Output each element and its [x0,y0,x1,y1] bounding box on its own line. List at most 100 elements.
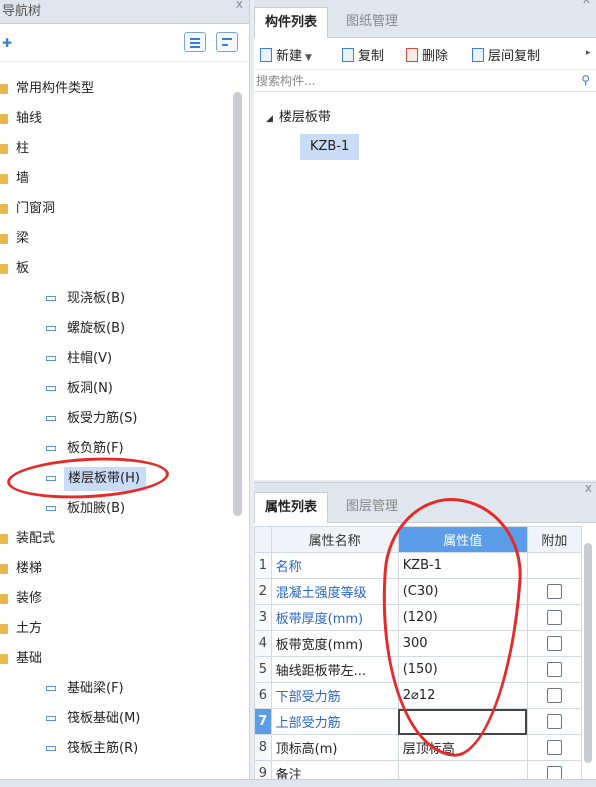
tree-folder[interactable]: 门窗洞 [0,194,236,224]
new-label: 新建 [276,49,303,64]
search-input[interactable] [256,72,576,90]
property-extra [526,578,583,605]
row-number: 3 [254,604,272,631]
property-name: 名称 [270,552,399,579]
delete-button[interactable]: 删除 [406,45,448,64]
tree-folder[interactable]: 常用构件类型 [0,74,236,104]
slab-icon: ▭ [44,291,58,306]
property-name: 轴线距板带左... [270,656,399,683]
tree-folder[interactable]: 装修 [0,584,236,614]
foundation-beam-icon: ▭ [44,681,58,696]
property-extra [526,656,583,683]
component-toolbar: 新建 ▼ 复制 删除 层间复制 ▸ [254,38,596,70]
folder-icon [0,84,8,94]
tree-item[interactable]: ▭ 板加腋(B) [0,494,236,524]
tab-property-list[interactable]: 属性列表 [254,492,329,523]
extra-checkbox[interactable] [546,584,562,599]
floor-copy-icon [472,48,484,62]
tab-drawing-management[interactable]: 图纸管理 [336,7,408,38]
tree-item[interactable]: ▭ 板受力筋(S) [0,404,236,434]
floor-copy-label: 层间复制 [488,49,541,64]
tree-item-label: 板 [16,261,30,276]
copy-button[interactable]: 复制 [342,45,384,64]
folder-icon [0,564,8,574]
component-group[interactable]: ◢ 楼层板带 [266,106,331,125]
property-extra [526,682,583,709]
close-icon[interactable]: x [236,0,243,16]
tree-item[interactable]: ▭ 筏板基础(M) [0,704,236,734]
tree-item[interactable]: ▭ 柱帽(V) [0,344,236,374]
nav-panel-title-bar: 导航树 x [0,0,249,24]
folder-icon [0,144,8,154]
tree-folder[interactable]: 柱 [0,134,236,164]
tree-item-label: 柱帽(V) [67,351,113,366]
add-icon[interactable]: ✚ [2,36,12,50]
row-number: 8 [254,734,272,761]
folder-icon [0,234,8,244]
tree-folder[interactable]: 土方 [0,614,236,644]
tree-folder[interactable]: 装配式 [0,524,236,554]
expand-triangle-icon[interactable]: ◢ [266,114,273,124]
property-name: 板带宽度(mm) [270,630,399,657]
close-icon[interactable]: x [583,0,590,6]
property-extra-header[interactable]: 附加 [526,526,583,553]
tree-item-label: 装修 [16,591,43,606]
property-scrollbar[interactable] [584,543,592,763]
component-search: ⚲ [254,70,596,92]
extra-checkbox[interactable] [546,714,562,729]
slab-rebar-icon: ▭ [44,411,58,426]
folder-icon [0,264,8,274]
property-name-header[interactable]: 属性名称 [270,526,399,553]
status-bar [0,779,596,787]
tree-item-label: 墙 [16,171,30,186]
tree-item-label: 现浇板(B) [67,291,126,306]
tree-folder[interactable]: 楼梯 [0,554,236,584]
copy-icon [342,48,354,62]
folder-icon [0,174,8,184]
list-view-icon[interactable] [184,32,206,52]
search-icon[interactable]: ⚲ [581,73,590,87]
floor-copy-button[interactable]: 层间复制 [472,45,540,64]
extra-checkbox[interactable] [546,636,562,651]
folder-icon [0,114,8,124]
tree-folder[interactable]: 板 [0,254,236,284]
tree-folder[interactable]: 轴线 [0,104,236,134]
row-number: 4 [254,630,272,657]
tree-item-label: 螺旋板(B) [67,321,126,336]
nav-scrollbar[interactable] [233,92,242,516]
tree-folder[interactable]: 基础 [0,644,236,674]
property-row[interactable]: 8 顶标高(m) 层顶标高 [254,734,583,761]
tree-folder[interactable]: 梁 [0,224,236,254]
extra-checkbox[interactable] [546,662,562,677]
extra-checkbox[interactable] [546,740,562,755]
extra-checkbox[interactable] [546,688,562,703]
tab-component-list[interactable]: 构件列表 [254,7,329,38]
property-extra [526,552,583,579]
tree-folder[interactable]: 墙 [0,164,236,194]
folder-icon [0,204,8,214]
tree-item[interactable]: ▭ 基础梁(F) [0,674,236,704]
tree-item-label: 梁 [16,231,30,246]
close-icon[interactable]: x [585,481,592,495]
extra-checkbox[interactable] [546,610,562,625]
panel-view-icon[interactable] [216,32,238,52]
negative-rebar-icon: ▭ [44,441,58,456]
tree-item-label: 板加腋(B) [67,501,126,516]
row-number: 6 [254,682,272,709]
tab-layer-management[interactable]: 图层管理 [336,492,408,523]
more-icon[interactable]: ▸ [586,48,591,58]
component-item-selected[interactable]: KZB-1 [300,134,360,160]
tree-item-label: 柱 [16,141,30,156]
chevron-down-icon[interactable]: ▼ [305,53,312,63]
tree-item[interactable]: ▭ 现浇板(B) [0,284,236,314]
tree-item-label: 土方 [16,621,43,636]
tree-item[interactable]: ▭ 板洞(N) [0,374,236,404]
new-button[interactable]: 新建 ▼ [260,45,312,64]
column-cap-icon: ▭ [44,351,58,366]
property-name: 混凝土强度等级 [270,578,399,605]
folder-icon [0,534,8,544]
property-extra [526,604,583,631]
tree-item[interactable]: ▭ 螺旋板(B) [0,314,236,344]
new-icon [260,48,272,62]
tree-item[interactable]: ▭ 筏板主筋(R) [0,734,236,764]
